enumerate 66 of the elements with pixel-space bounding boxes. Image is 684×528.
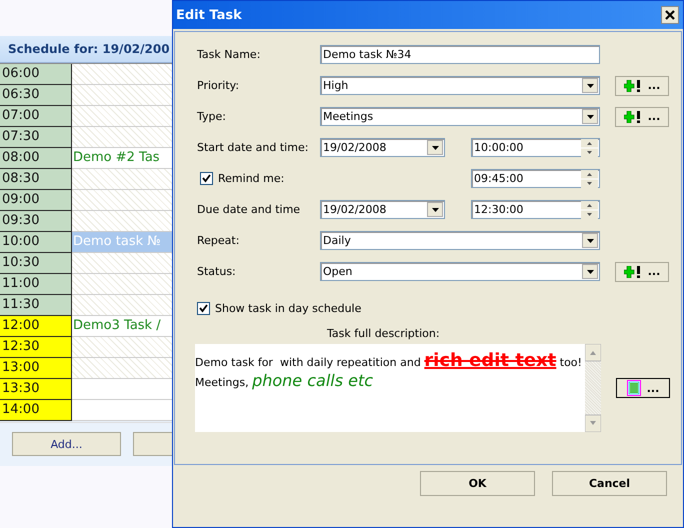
field-label: Start date and time: xyxy=(197,141,310,154)
time-cell: 07:00 xyxy=(0,106,72,127)
field-label: Status: xyxy=(197,265,237,278)
plus-exclamation-icon xyxy=(624,80,642,92)
time-cell: 09:30 xyxy=(0,211,72,232)
dropdown[interactable]: Daily xyxy=(320,231,600,250)
dropdown-arrow-icon xyxy=(586,84,594,88)
format-button[interactable]: ... xyxy=(616,378,670,398)
close-button[interactable] xyxy=(661,6,679,24)
close-icon xyxy=(665,10,675,20)
field-label: Repeat: xyxy=(197,234,240,247)
time-cell: 12:00 xyxy=(0,316,72,337)
time-spinner[interactable]: 09:45:00 xyxy=(471,169,600,188)
checkbox-label: Show task in day schedule xyxy=(215,302,362,315)
date-picker[interactable]: 19/02/2008 xyxy=(320,138,445,157)
time-spinner[interactable]: 12:30:00 xyxy=(471,200,600,219)
date-picker[interactable]: 19/02/2008 xyxy=(320,200,445,219)
time-cell: 09:00 xyxy=(0,190,72,211)
description-label: Task full description: xyxy=(327,327,441,340)
show-task-checkbox[interactable] xyxy=(197,302,210,315)
dropdown-arrow-icon xyxy=(586,238,594,242)
scrollbar[interactable] xyxy=(585,344,601,432)
time-cell: 08:00 xyxy=(0,148,72,169)
document-lines-icon xyxy=(626,380,641,396)
time-cell: 13:00 xyxy=(0,358,72,379)
dropdown-arrow-icon xyxy=(586,114,594,118)
plus-exclamation-icon xyxy=(624,266,642,278)
spin-arrows-icon xyxy=(581,170,598,188)
time-cell: 10:30 xyxy=(0,253,72,274)
description-line: Meetings, phone calls etc xyxy=(195,372,374,392)
rich-text-editor[interactable]: Demo task for with daily repeatition and rich edit text too! Meetings, phone calls etc xyxy=(195,344,601,432)
time-cell: 10:00 xyxy=(0,232,72,253)
spin-arrows-icon xyxy=(581,200,598,218)
field-label: Due date and time xyxy=(197,203,302,216)
description-line: Demo task for with daily repeatition and rich edit text too! xyxy=(195,352,583,372)
time-cell: 06:00 xyxy=(0,64,72,85)
dropdown-arrow-icon xyxy=(586,270,594,274)
time-cell: 08:30 xyxy=(0,169,72,190)
spin-arrows-icon xyxy=(581,138,598,156)
field-label: Task Name: xyxy=(197,48,262,61)
add-item-button[interactable]: ... xyxy=(615,262,669,282)
time-cell: 07:30 xyxy=(0,127,72,148)
field-label: Type: xyxy=(197,110,227,123)
add-item-button[interactable]: ... xyxy=(615,76,669,96)
plus-exclamation-icon xyxy=(624,110,642,122)
field-label: Priority: xyxy=(197,79,240,92)
add-item-button[interactable]: ... xyxy=(615,106,669,126)
time-cell: 14:00 xyxy=(0,400,72,421)
dialog-button[interactable]: Cancel xyxy=(552,471,667,496)
dropdown-arrow-icon xyxy=(432,208,438,212)
time-cell: 11:00 xyxy=(0,274,72,295)
time-spinner[interactable]: 10:00:00 xyxy=(471,138,600,157)
field-label: Remind me: xyxy=(218,172,284,185)
remind-checkbox[interactable] xyxy=(200,172,213,185)
time-cell: 13:30 xyxy=(0,379,72,400)
dialog-button[interactable]: OK xyxy=(420,471,535,496)
time-cell: 11:30 xyxy=(0,295,72,316)
time-cell: 06:30 xyxy=(0,85,72,106)
text-field[interactable]: Demo task №34 xyxy=(320,45,600,64)
dropdown-arrow-icon xyxy=(432,146,438,150)
time-cell: 12:30 xyxy=(0,337,72,358)
window-title: Edit Task xyxy=(176,8,242,22)
dropdown[interactable]: High xyxy=(320,76,600,95)
dropdown[interactable]: Open xyxy=(320,262,600,281)
dropdown[interactable]: Meetings xyxy=(320,107,600,126)
add-button[interactable]: Add... xyxy=(12,432,121,456)
